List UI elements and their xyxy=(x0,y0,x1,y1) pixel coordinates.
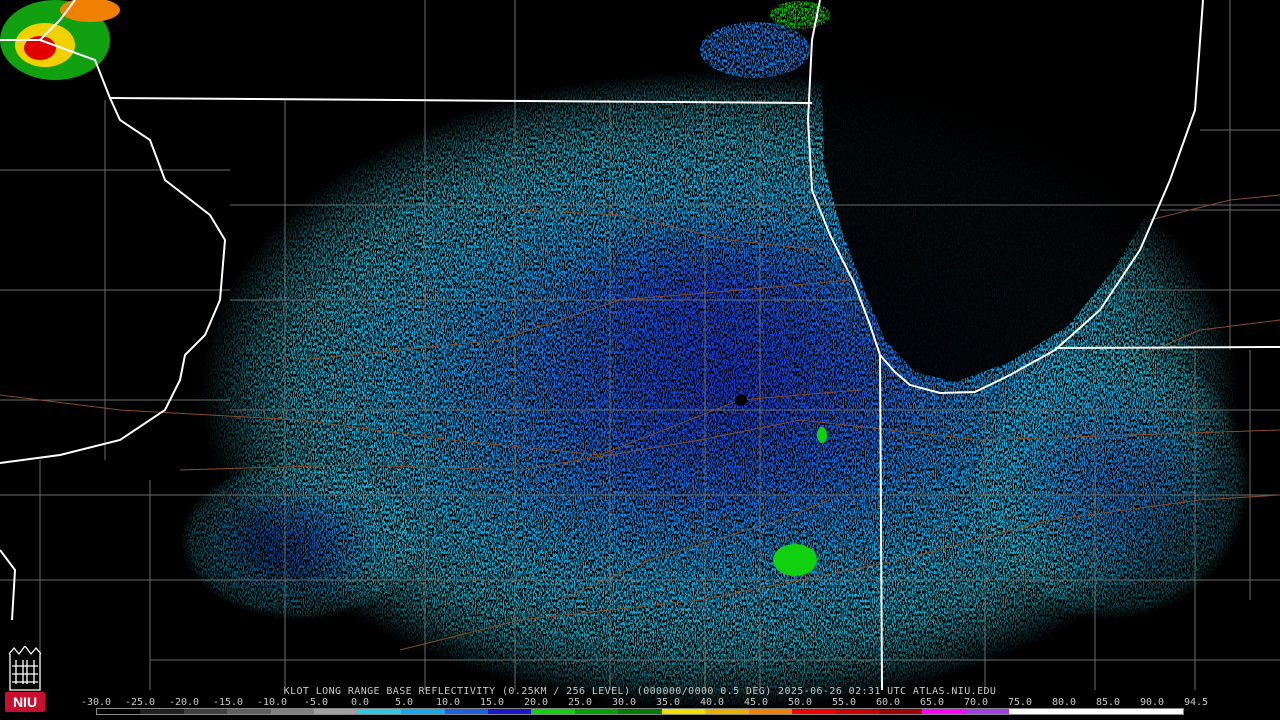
scale-tick-label: 94.5 xyxy=(1183,697,1209,708)
colorbar-segment xyxy=(748,709,792,714)
scale-tick-label: 25.0 xyxy=(567,697,593,708)
scale-tick-label: 50.0 xyxy=(787,697,813,708)
colorbar-segment xyxy=(705,709,749,714)
colorbar-segment xyxy=(661,709,706,714)
scale-tick-label: 10.0 xyxy=(435,697,461,708)
colorbar-segment xyxy=(270,709,315,714)
scale-tick-label: -20.0 xyxy=(168,697,200,708)
scale-tick-label: -15.0 xyxy=(212,697,244,708)
colorbar-segment xyxy=(1009,709,1053,714)
building-icon xyxy=(8,646,42,691)
colorbar-segment xyxy=(227,709,271,714)
colorbar-segment xyxy=(1096,709,1140,714)
scale-tick-label: 90.0 xyxy=(1139,697,1165,708)
colorbar-segment xyxy=(97,709,141,714)
scale-tick-label: 85.0 xyxy=(1095,697,1121,708)
scale-tick-label: 55.0 xyxy=(831,697,857,708)
colorbar-segment xyxy=(401,709,445,714)
scale-tick-label: 65.0 xyxy=(919,697,945,708)
colorbar-segment xyxy=(487,709,532,714)
logo-text: NIU xyxy=(13,694,37,710)
scale-tick-label: 5.0 xyxy=(394,697,414,708)
scale-tick-label: 0.0 xyxy=(350,697,370,708)
scale-tick-label: 20.0 xyxy=(523,697,549,708)
colorbar-segment xyxy=(922,709,966,714)
radar-site-marker xyxy=(735,394,747,406)
reflectivity-colorbar xyxy=(96,708,1184,715)
radar-map xyxy=(0,0,1280,720)
colorbar-segment xyxy=(444,709,488,714)
colorbar-segment xyxy=(965,709,1010,714)
colorbar-segment xyxy=(618,709,662,714)
colorbar-segment xyxy=(140,709,184,714)
colorbar-segment xyxy=(314,709,358,714)
scale-tick-label: 60.0 xyxy=(875,697,901,708)
colorbar-segment xyxy=(357,709,402,714)
colorbar-segment xyxy=(792,709,836,714)
colorbar-segment xyxy=(531,709,575,714)
product-caption: KLOT LONG RANGE BASE REFLECTIVITY (0.25K… xyxy=(283,686,997,697)
niu-logo: NIU xyxy=(5,646,45,712)
scale-tick-label: 30.0 xyxy=(611,697,637,708)
scale-tick-label: 40.0 xyxy=(699,697,725,708)
colorbar-segment xyxy=(878,709,923,714)
scale-tick-label: -30.0 xyxy=(80,697,112,708)
colorbar-segment xyxy=(835,709,879,714)
scale-tick-label: 70.0 xyxy=(963,697,989,708)
scale-tick-label: -5.0 xyxy=(303,697,329,708)
scale-tick-label: 35.0 xyxy=(655,697,681,708)
colorbar-segment xyxy=(1139,709,1183,714)
scale-tick-label: 80.0 xyxy=(1051,697,1077,708)
colorbar-segment xyxy=(574,709,619,714)
colorbar-segment xyxy=(1052,709,1097,714)
indiana-michigan-border xyxy=(1054,346,1280,349)
colorbar-segment xyxy=(183,709,228,714)
scale-tick-label: 75.0 xyxy=(1007,697,1033,708)
scale-tick-label: 45.0 xyxy=(743,697,769,708)
scale-tick-label: -25.0 xyxy=(124,697,156,708)
scale-tick-label: -10.0 xyxy=(256,697,288,708)
scale-tick-label: 15.0 xyxy=(479,697,505,708)
